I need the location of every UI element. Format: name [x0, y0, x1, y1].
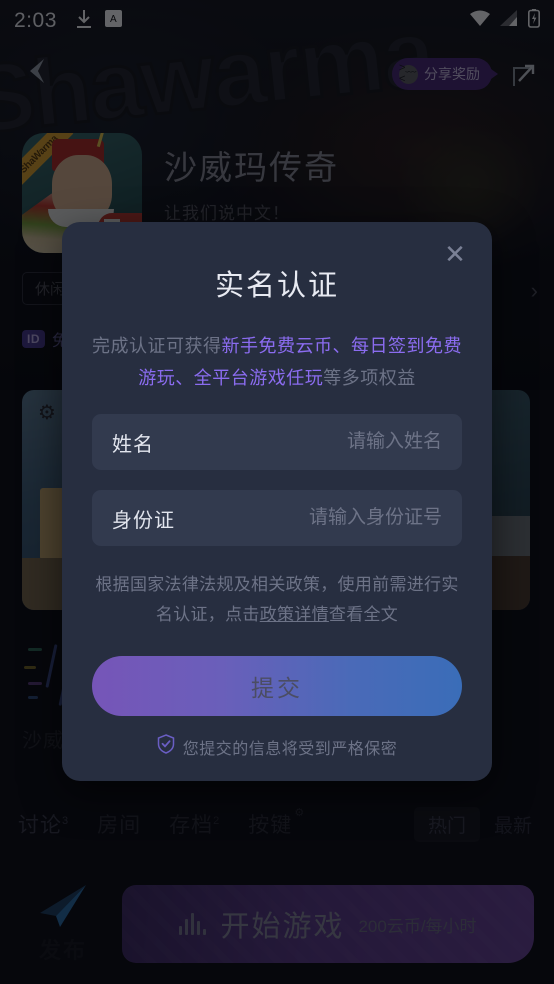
dialog-title: 实名认证 — [214, 270, 339, 302]
shield-check-icon — [157, 734, 175, 759]
dialog-description: 完成认证可获得新手免费云币、每日签到免费游玩、全平台游戏任玩等多项权益 — [62, 304, 492, 394]
name-field-label: 姓名 — [112, 433, 154, 456]
idcard-field-label: 身份证 — [112, 509, 175, 532]
policy-detail-link[interactable]: 政策详情 — [260, 605, 329, 624]
name-input[interactable] — [154, 431, 442, 453]
close-icon[interactable]: ✕ — [438, 237, 472, 271]
desc-prefix: 完成认证可获得 — [92, 336, 222, 356]
security-notice: 您提交的信息将受到严格保密 — [62, 716, 492, 759]
idcard-field-row[interactable]: 身份证 — [92, 490, 462, 546]
desc-suffix: 等多项权益 — [323, 368, 416, 388]
security-notice-text: 您提交的信息将受到严格保密 — [182, 740, 398, 758]
submit-button[interactable]: 提交 — [92, 656, 462, 716]
policy-after: 查看全文 — [328, 605, 399, 624]
name-field-row[interactable]: 姓名 — [92, 414, 462, 470]
idcard-input[interactable] — [175, 507, 442, 529]
app-root: Shawarma >﹏< 分享奖励 ShaWarma — [0, 0, 554, 984]
policy-notice: 根据国家法律法规及相关政策，使用前需进行实名认证，点击政策详情查看全文 — [62, 546, 492, 630]
realname-verification-dialog: ✕ 实名认证 完成认证可获得新手免费云币、每日签到免费游玩、全平台游戏任玩等多项… — [62, 222, 492, 781]
